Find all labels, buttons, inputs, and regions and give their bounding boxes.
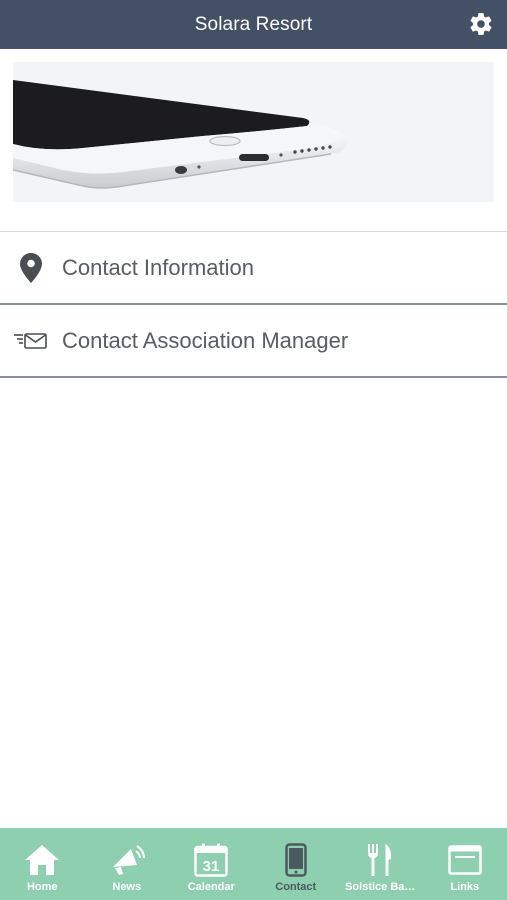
page-title: Solara Resort	[194, 13, 313, 35]
app-header: Solara Resort	[0, 0, 507, 49]
calendar-day: 31	[203, 858, 220, 875]
tab-label: Solstice Ba…	[345, 881, 416, 893]
contact-menu: Contact Information Contact Association …	[0, 231, 507, 378]
tab-label: Contact	[275, 881, 317, 893]
smartphone-illustration	[13, 62, 494, 202]
contact-association-manager-item[interactable]: Contact Association Manager	[0, 305, 507, 378]
megaphone-icon	[109, 842, 145, 878]
gear-icon[interactable]	[468, 11, 494, 37]
calendar-icon: 31	[194, 842, 228, 878]
envelope-send-icon	[0, 332, 62, 350]
tab-label: News	[112, 881, 142, 893]
menu-item-label: Contact Association Manager	[62, 327, 349, 353]
fork-knife-icon	[367, 842, 393, 878]
tab-contact[interactable]: Contact	[254, 828, 339, 900]
hero-image	[13, 62, 494, 202]
tab-home[interactable]: Home	[0, 828, 85, 900]
menu-item-label: Contact Information	[62, 254, 254, 280]
tab-label: Home	[26, 881, 58, 893]
tab-label: Calendar	[187, 881, 235, 893]
tab-solstice[interactable]: Solstice Ba…	[338, 828, 423, 900]
home-icon	[25, 842, 60, 878]
tab-label: Links	[450, 881, 480, 893]
bottom-tab-bar: Home News 31 Calendar Contact Solstice B…	[0, 828, 507, 900]
phone-icon	[285, 842, 307, 878]
contact-information-item[interactable]: Contact Information	[0, 232, 507, 305]
map-pin-icon	[0, 252, 62, 283]
browser-icon	[448, 842, 482, 878]
tab-calendar[interactable]: 31 Calendar	[169, 828, 254, 900]
tab-news[interactable]: News	[85, 828, 170, 900]
tab-links[interactable]: Links	[423, 828, 507, 900]
